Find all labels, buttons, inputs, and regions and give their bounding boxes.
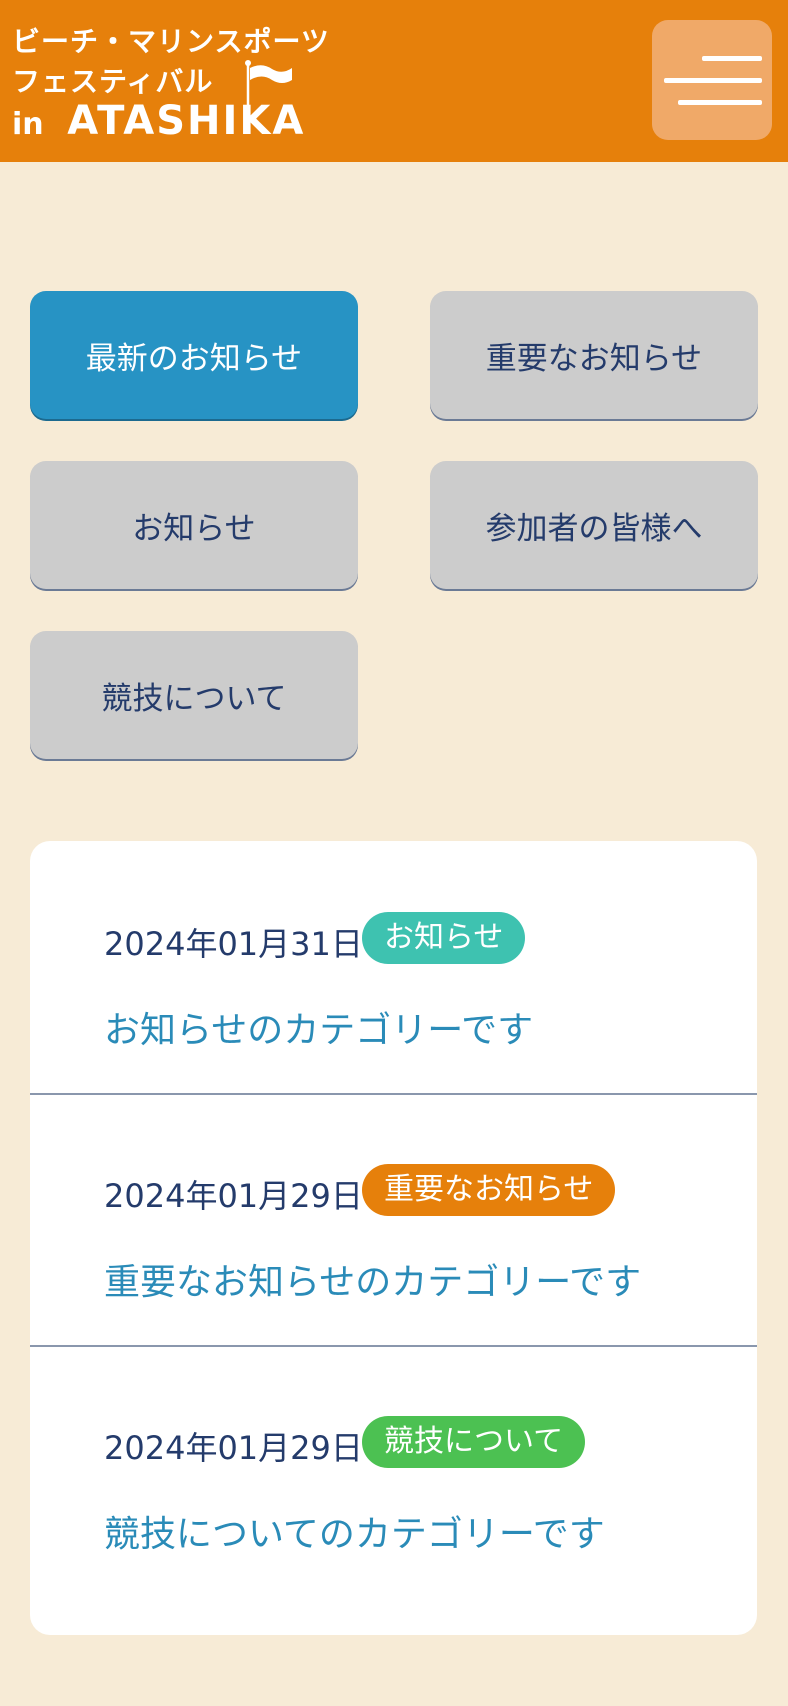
menu-line-icon (664, 78, 762, 83)
news-title-link[interactable]: 競技についてのカテゴリーです (104, 1505, 605, 1557)
filter-news-button[interactable]: お知らせ (30, 461, 358, 589)
category-badge: 重要なお知らせ (362, 1164, 616, 1216)
category-badge: お知らせ (362, 912, 526, 964)
category-badge: 競技について (362, 1416, 586, 1468)
site-logo[interactable]: ビーチ・マリンスポーツ フェスティバル in ATASHIKA (12, 20, 329, 144)
news-date: 2024年01月29日 (104, 1429, 363, 1467)
news-title-link[interactable]: 重要なお知らせのカテゴリーです (104, 1253, 641, 1305)
news-list-item[interactable]: 2024年01月31日 お知らせ お知らせのカテゴリーです (30, 841, 757, 1095)
filter-competition-button[interactable]: 競技について (30, 631, 358, 759)
logo-title-line1: ビーチ・マリンスポーツ (12, 25, 330, 58)
news-list-item[interactable]: 2024年01月29日 重要なお知らせ 重要なお知らせのカテゴリーです (30, 1093, 757, 1347)
logo-in-text: in (12, 107, 44, 142)
news-date: 2024年01月29日 (104, 1177, 363, 1215)
menu-line-icon (702, 56, 762, 61)
menu-line-icon (678, 100, 762, 105)
filter-latest-news-button[interactable]: 最新のお知らせ (30, 291, 358, 419)
logo-title-line2: フェスティバル (12, 65, 214, 98)
news-list: 2024年01月31日 お知らせ お知らせのカテゴリーです 2024年01月29… (30, 841, 757, 1635)
news-title-link[interactable]: お知らせのカテゴリーです (104, 1001, 533, 1053)
hamburger-menu-button[interactable] (652, 20, 772, 140)
filter-participants-button[interactable]: 参加者の皆様へ (430, 461, 758, 589)
news-date: 2024年01月31日 (104, 925, 363, 963)
news-list-item[interactable]: 2024年01月29日 競技について 競技についてのカテゴリーです (30, 1345, 757, 1597)
logo-brand-text: ATASHIKA (67, 98, 306, 144)
filter-important-news-button[interactable]: 重要なお知らせ (430, 291, 758, 419)
site-header: ビーチ・マリンスポーツ フェスティバル in ATASHIKA (0, 0, 788, 162)
